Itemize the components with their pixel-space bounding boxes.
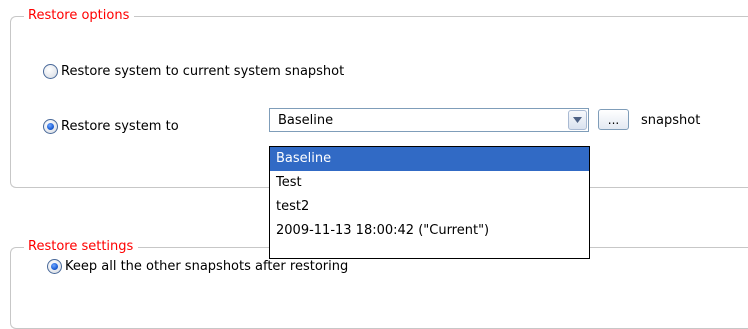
browse-snapshot-button[interactable]: ...	[598, 109, 629, 130]
dropdown-item-current[interactable]: 2009-11-13 18:00:42 ("Current")	[270, 219, 589, 243]
restore-options-legend: Restore options	[24, 7, 135, 25]
radio-keep-snapshots[interactable]	[47, 258, 62, 274]
restore-to-option[interactable]: Restore system to	[43, 115, 179, 137]
restore-current-option[interactable]: Restore system to current system snapsho…	[43, 60, 344, 82]
keep-snapshots-label: Keep all the other snapshots after resto…	[65, 258, 349, 274]
snapshot-label: snapshot	[641, 112, 701, 128]
dropdown-arrow-button[interactable]	[568, 110, 587, 130]
radio-restore-to[interactable]	[43, 118, 58, 134]
snapshot-label-row: snapshot	[641, 109, 700, 131]
restore-to-label: Restore system to	[61, 118, 179, 134]
dropdown-item-baseline[interactable]: Baseline	[270, 147, 589, 171]
snapshot-dropdown-list: Baseline Test test2 2009-11-13 18:00:42 …	[269, 146, 590, 259]
restore-current-label: Restore system to current system snapsho…	[61, 63, 345, 79]
dropdown-item-test2[interactable]: test2	[270, 195, 589, 219]
snapshot-combobox[interactable]: Baseline	[269, 108, 589, 132]
snapshot-combobox-value: Baseline	[278, 112, 334, 128]
radio-restore-current[interactable]	[43, 63, 58, 79]
restore-settings-legend: Restore settings	[24, 238, 139, 256]
chevron-down-icon	[573, 117, 582, 123]
dropdown-item-test[interactable]: Test	[270, 171, 589, 195]
